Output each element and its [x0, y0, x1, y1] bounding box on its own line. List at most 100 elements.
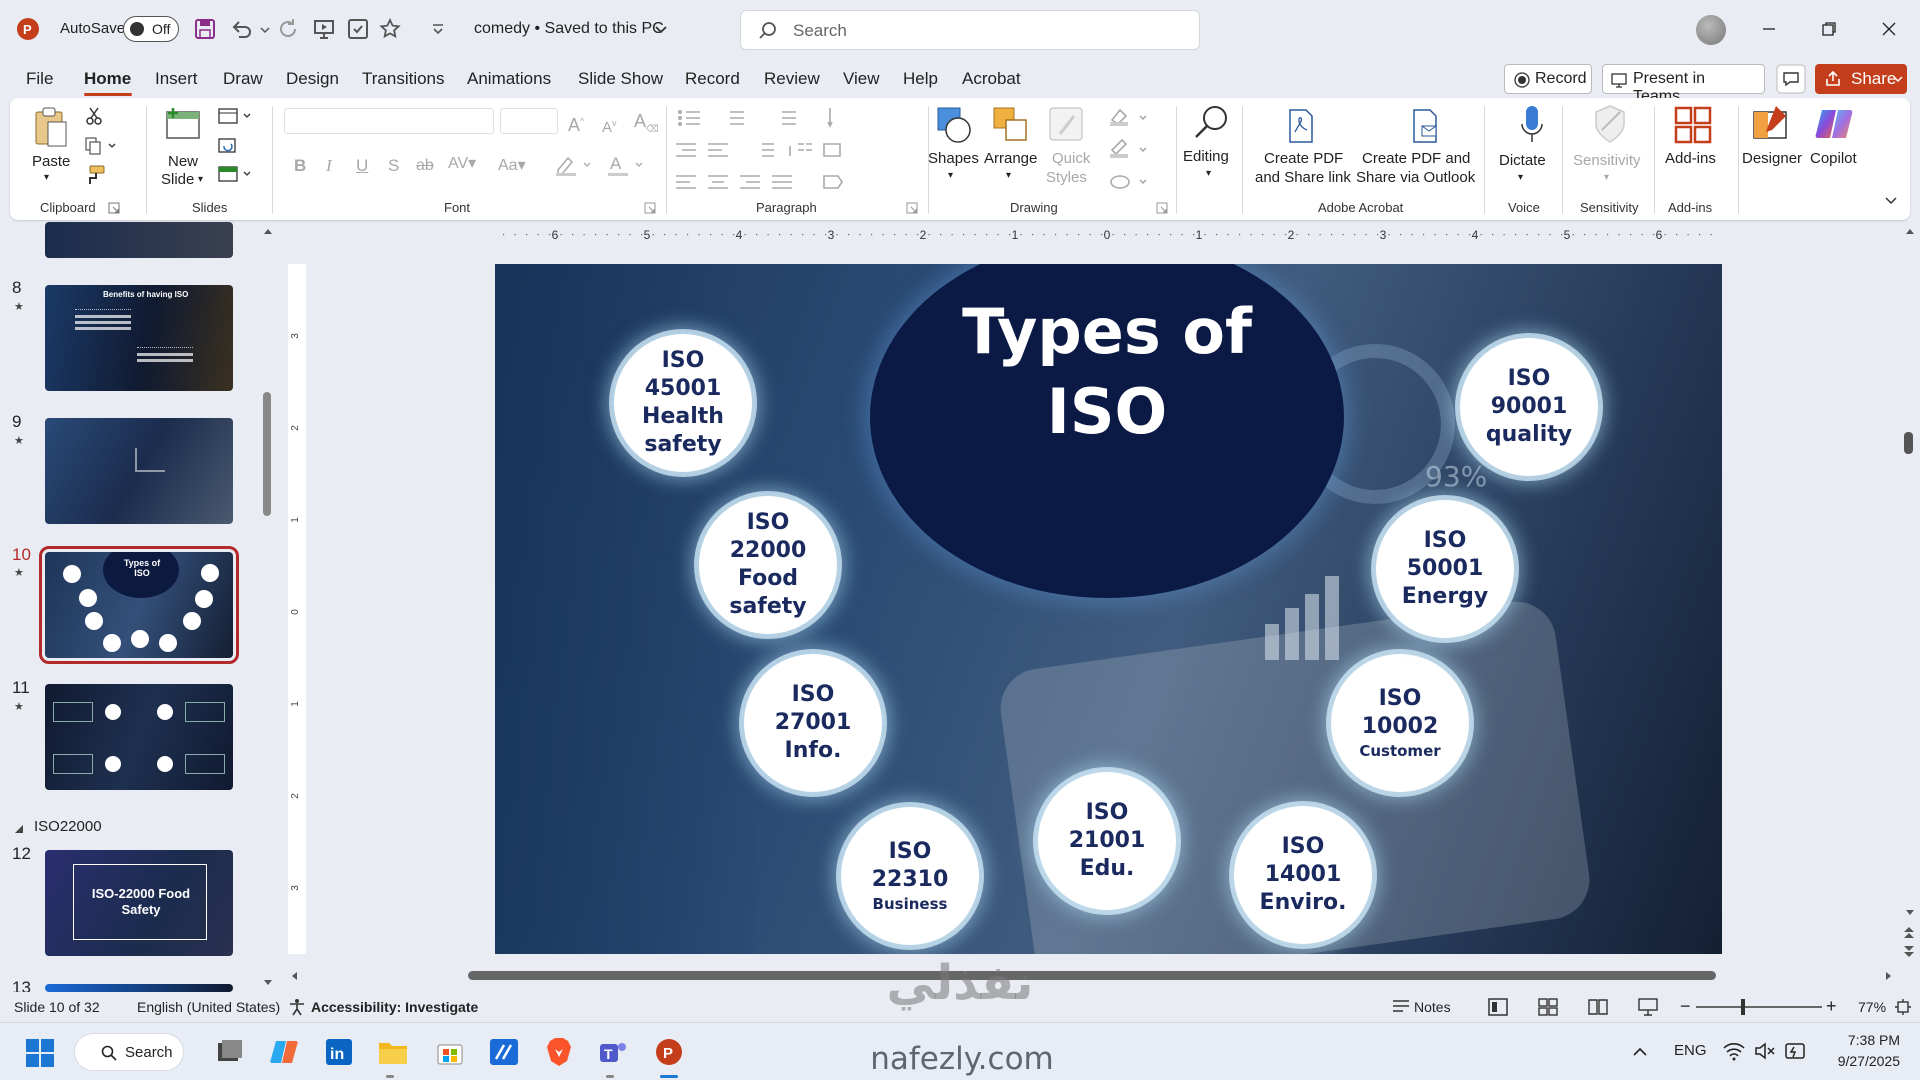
copilot-label[interactable]: Copilot	[1810, 149, 1857, 168]
zoom-out-icon[interactable]: −	[1680, 996, 1691, 1017]
decrease-font-size-icon[interactable]: Av	[602, 114, 617, 137]
thumbnail-scroll-up-icon[interactable]	[262, 226, 274, 236]
brave-browser-icon[interactable]	[546, 1037, 572, 1067]
reset-icon[interactable]	[217, 136, 239, 156]
drawing-launcher-icon[interactable]	[1156, 202, 1168, 214]
zoom-in-icon[interactable]: +	[1826, 996, 1837, 1017]
thumbnail-slide-11[interactable]	[45, 684, 233, 790]
autosave-toggle[interactable]: Off	[123, 16, 179, 42]
quick-styles-icon[interactable]	[1046, 104, 1088, 146]
arrange-icon[interactable]	[990, 104, 1032, 146]
new-slide-dropdown-icon[interactable]: ▾	[198, 170, 203, 189]
iso-27001-disc[interactable]: ISO 27001 Info.	[744, 654, 882, 792]
clear-formatting-icon[interactable]: A⌫	[634, 112, 659, 139]
paragraph-tools-icon[interactable]	[674, 106, 924, 196]
teams-taskbar-icon[interactable]: T	[598, 1039, 628, 1065]
iso-50001-disc[interactable]: ISO 50001 Energy	[1376, 500, 1514, 638]
shapes-icon[interactable]	[932, 104, 974, 146]
close-icon[interactable]	[1877, 17, 1901, 41]
thumbnail-slide-9[interactable]	[45, 418, 233, 524]
thumbnail-slide-10-selected[interactable]: Types of ISO	[39, 546, 239, 664]
quick-styles-label-1[interactable]: Quick	[1052, 149, 1090, 168]
reading-view-icon[interactable]	[1588, 998, 1608, 1016]
new-slide-icon[interactable]	[163, 106, 203, 146]
highlight-icon[interactable]	[554, 154, 596, 176]
task-view-icon[interactable]	[216, 1039, 244, 1065]
next-slide-icon[interactable]	[1902, 944, 1916, 960]
zoom-level[interactable]: 77%	[1858, 999, 1886, 1015]
shadow-icon[interactable]: S	[388, 156, 399, 175]
section-name[interactable]: ISO22000	[34, 818, 102, 835]
designer-label[interactable]: Designer	[1742, 149, 1802, 168]
slide-counter[interactable]: Slide 10 of 32	[14, 999, 100, 1015]
iso-14001-disc[interactable]: ISO 14001 Enviro.	[1234, 806, 1372, 944]
comments-icon[interactable]	[1776, 64, 1806, 94]
sensitivity-icon[interactable]	[1590, 104, 1630, 146]
taskbar-search[interactable]: Search	[74, 1033, 184, 1071]
present-from-beginning-icon[interactable]	[312, 17, 336, 41]
language-indicator[interactable]: English (United States)	[137, 999, 280, 1015]
minimize-icon[interactable]	[1757, 17, 1781, 41]
tab-draw[interactable]: Draw	[223, 69, 263, 89]
tab-help[interactable]: Help	[903, 69, 938, 89]
tab-transitions[interactable]: Transitions	[362, 69, 445, 89]
ribbon-expand-icon[interactable]	[1884, 196, 1898, 206]
zoom-slider-knob[interactable]	[1740, 999, 1745, 1015]
tab-design[interactable]: Design	[286, 69, 339, 89]
copy-icon[interactable]	[84, 136, 118, 156]
editing-dropdown-icon[interactable]: ▾	[1206, 164, 1211, 183]
paste-dropdown-icon[interactable]: ▾	[44, 168, 49, 187]
iso-22000-disc[interactable]: ISO 22000 Food safety	[699, 496, 837, 634]
editor-scroll-up-icon[interactable]	[1904, 226, 1916, 236]
designer-icon[interactable]	[1750, 104, 1792, 144]
linkedin-icon[interactable]: in	[326, 1039, 352, 1065]
tab-insert[interactable]: Insert	[155, 69, 198, 89]
tab-file[interactable]: File	[26, 69, 53, 89]
create-pdf-label-1[interactable]: Create PDF	[1264, 149, 1343, 168]
underline-icon[interactable]: U	[356, 156, 368, 175]
create-share-label-2[interactable]: Share via Outlook	[1356, 168, 1475, 187]
fit-slide-icon[interactable]	[1894, 998, 1912, 1016]
vscode-like-icon[interactable]	[490, 1039, 518, 1065]
tab-animations[interactable]: Animations	[467, 69, 551, 89]
find-icon[interactable]	[1192, 102, 1232, 142]
font-name-box[interactable]	[284, 108, 494, 134]
microsoft-store-icon[interactable]	[436, 1039, 464, 1065]
bold-icon[interactable]: B	[294, 156, 306, 175]
increase-font-size-icon[interactable]: A^	[568, 112, 584, 135]
italic-icon[interactable]: I	[326, 156, 332, 175]
share-button[interactable]: Share	[1815, 64, 1907, 94]
file-explorer-icon[interactable]	[378, 1039, 408, 1065]
microphone-icon[interactable]	[1520, 104, 1544, 146]
iso-45001-disc[interactable]: ISO 45001 Health safety	[614, 334, 752, 472]
font-color-icon[interactable]: A	[606, 154, 648, 176]
dictate-dropdown-icon[interactable]: ▾	[1518, 168, 1523, 187]
tab-view[interactable]: View	[843, 69, 880, 89]
clock-time[interactable]: 7:38 PM	[1840, 1032, 1900, 1048]
editor-hscroll-thumb[interactable]	[468, 971, 1716, 980]
add-ins-label[interactable]: Add-ins	[1665, 149, 1716, 168]
tab-review[interactable]: Review	[764, 69, 820, 89]
paste-label[interactable]: Paste	[32, 152, 70, 171]
new-slide-label-1[interactable]: New	[168, 152, 198, 171]
font-launcher-icon[interactable]	[644, 202, 656, 214]
windows-start-icon[interactable]	[26, 1039, 54, 1067]
new-slide-label-2[interactable]: Slide	[161, 170, 194, 189]
powerpoint-taskbar-icon[interactable]: P	[654, 1037, 684, 1067]
create-pdf-icon[interactable]	[1286, 108, 1316, 144]
save-icon[interactable]	[193, 17, 217, 41]
normal-view-icon[interactable]	[1488, 998, 1508, 1016]
hscroll-left-icon[interactable]	[289, 970, 299, 982]
iso-90001-disc[interactable]: ISO 90001 quality	[1460, 338, 1598, 476]
thumbnail-scroll-down-icon[interactable]	[262, 978, 274, 988]
copilot-icon[interactable]	[1814, 104, 1854, 144]
thumbnail-slide-12[interactable]: ISO-22000 Food Safety	[45, 850, 233, 956]
sensitivity-dropdown-icon[interactable]: ▾	[1604, 168, 1609, 187]
slide-sorter-icon[interactable]	[1538, 998, 1558, 1016]
tab-acrobat[interactable]: Acrobat	[962, 69, 1021, 89]
hscroll-right-icon[interactable]	[1884, 970, 1894, 982]
save-as-icon[interactable]	[346, 17, 370, 41]
slide-canvas[interactable]: 93% Types of ISO ISO 45001 Health safety IS…	[495, 264, 1722, 954]
thumbnail-slide-8[interactable]: Benefits of having ISO	[45, 285, 233, 391]
create-share-label-1[interactable]: Create PDF and	[1362, 149, 1470, 168]
